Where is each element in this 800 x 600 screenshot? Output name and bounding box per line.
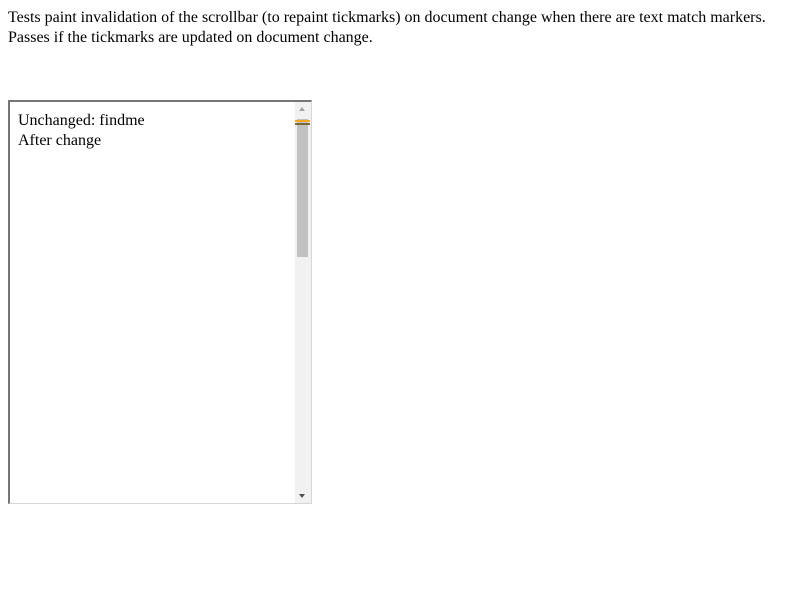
test-description: Tests paint invalidation of the scrollba… [8, 9, 766, 46]
scroller-content: Unchanged: findme After change [18, 111, 145, 151]
unchanged-line: Unchanged: findme [18, 112, 145, 129]
vertical-scrollbar[interactable] [295, 102, 311, 503]
tickmark-find-match [295, 120, 310, 122]
changed-line: After change [18, 132, 102, 149]
scrollbar-thumb[interactable] [297, 119, 308, 257]
arrow-down-icon[interactable] [299, 494, 305, 498]
tickmark-find-match-secondary [295, 123, 310, 125]
scrollable-box[interactable]: Unchanged: findme After change [8, 100, 312, 504]
arrow-up-icon[interactable] [299, 107, 305, 111]
